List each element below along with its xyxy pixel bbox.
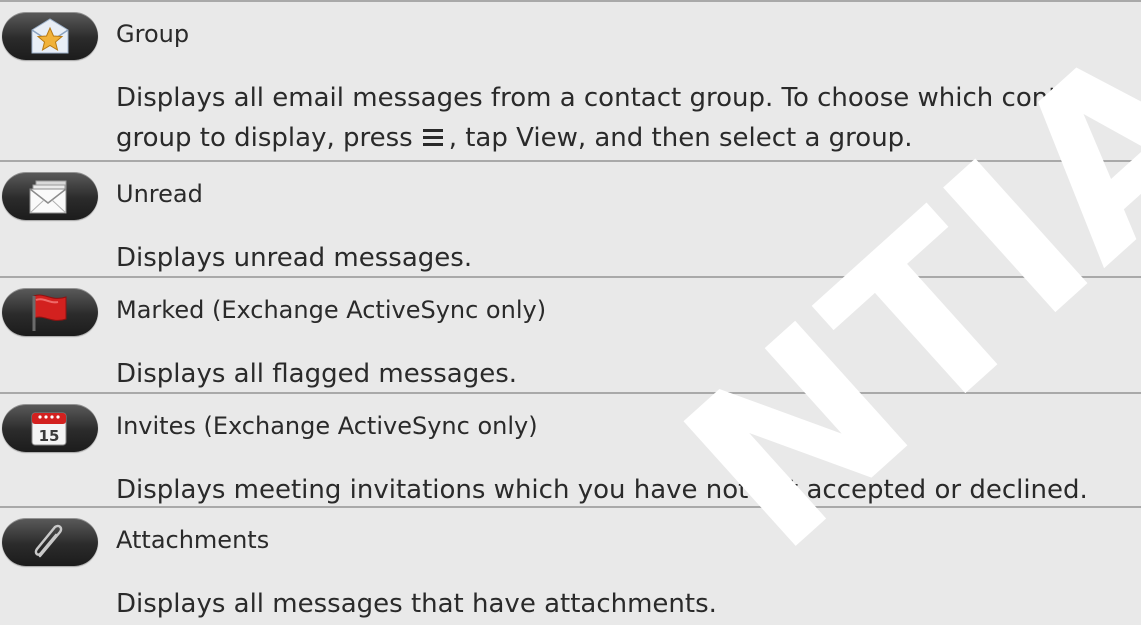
filter-row-group: Group Displays all email messages from a…	[0, 0, 1141, 160]
filter-title: Marked (Exchange ActiveSync only)	[116, 294, 546, 326]
filter-title-text: Group	[116, 20, 190, 48]
filter-row-invites: 15 Invites (Exchange ActiveSync only) Di…	[0, 392, 1141, 506]
filter-row-attachments: Attachments Displays all messages that h…	[0, 506, 1141, 625]
filter-list: Group Displays all email messages from a…	[0, 0, 1141, 625]
filter-row-unread: Unread Displays unread messages.	[0, 160, 1141, 276]
filter-title: Invites (Exchange ActiveSync only)	[116, 410, 538, 442]
filter-title-text: Marked	[116, 296, 205, 324]
unread-envelopes-icon	[2, 172, 98, 220]
paperclip-icon	[2, 518, 98, 566]
menu-icon	[422, 128, 443, 146]
calendar-icon: 15	[2, 404, 98, 452]
filter-description: Displays all messages that have attachme…	[116, 589, 717, 619]
filter-title: Group	[116, 18, 189, 50]
filter-description: Displays all email messages from a conta…	[116, 78, 1126, 158]
red-flag-icon	[2, 288, 98, 336]
filter-row-marked: Marked (Exchange ActiveSync only) Displa…	[0, 276, 1141, 392]
filter-description: Displays meeting invitations which you h…	[116, 475, 1088, 505]
filter-note: (Exchange ActiveSync only)	[204, 296, 547, 324]
view-term: View	[516, 123, 578, 153]
group-star-envelope-icon	[2, 12, 98, 60]
filter-description: Displays unread messages.	[116, 243, 473, 273]
desc-part: , tap	[448, 123, 508, 153]
desc-part: , and then select a group.	[577, 123, 913, 153]
calendar-day: 15	[39, 427, 60, 445]
filter-title-text: Unread	[116, 180, 203, 208]
filter-description: Displays all flagged messages.	[116, 359, 518, 389]
filter-title-text: Invites	[116, 412, 196, 440]
filter-note: (Exchange ActiveSync only)	[195, 412, 538, 440]
filter-title: Attachments	[116, 524, 269, 556]
filter-title-text: Attachments	[116, 526, 270, 554]
filter-title: Unread	[116, 178, 203, 210]
